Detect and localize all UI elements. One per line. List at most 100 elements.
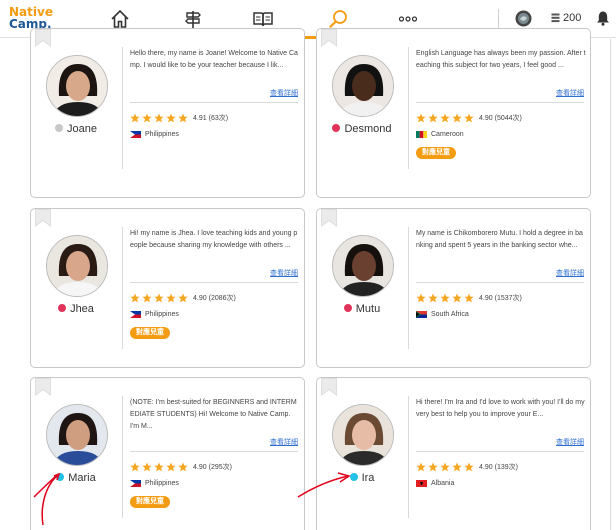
flag-icon — [416, 131, 427, 138]
star-icon — [130, 462, 140, 472]
avatar-image — [333, 405, 393, 465]
star-icon — [130, 293, 140, 303]
star-icon — [428, 293, 438, 303]
bookmark-icon[interactable] — [35, 209, 51, 227]
nav-divider — [498, 9, 499, 29]
teacher-avatar[interactable] — [46, 235, 108, 297]
book-icon — [253, 12, 273, 27]
points-display[interactable]: 200 — [551, 12, 581, 24]
signpost-icon — [185, 11, 201, 28]
teacher-avatar[interactable] — [332, 55, 394, 117]
teacher-card-joane[interactable]: Joane Hello there, my name is Joane! Wel… — [30, 28, 305, 198]
star-icon — [440, 293, 450, 303]
teacher-name[interactable]: Ira — [362, 472, 375, 484]
rating-row: 4.90 (139次) — [416, 462, 518, 472]
bookmark-icon[interactable] — [321, 378, 337, 396]
country-row: Philippines — [130, 131, 179, 138]
country-name: South Africa — [431, 311, 469, 318]
card-divider — [122, 47, 123, 169]
kids-badge: 對應兒童 — [130, 496, 170, 508]
review-count: (1537次) — [494, 295, 522, 302]
teacher-card-desmond[interactable]: Desmond English Language has always been… — [316, 28, 591, 198]
card-hr — [130, 282, 298, 283]
card-divider — [408, 227, 409, 349]
star-icon — [452, 293, 462, 303]
status-dot-available — [56, 473, 65, 482]
country-name: Philippines — [145, 311, 179, 318]
status-dot-available — [349, 473, 358, 482]
flag-albania — [416, 480, 427, 487]
status-dot-offline — [55, 124, 63, 133]
review-count: (2086次) — [208, 295, 236, 302]
teacher-name[interactable]: Maria — [68, 472, 96, 484]
avatar-image — [47, 236, 107, 296]
view-details-link[interactable]: 查看詳細 — [270, 88, 298, 98]
flag-icon — [130, 480, 141, 487]
view-details-link[interactable]: 查看詳細 — [556, 268, 584, 278]
card-hr — [416, 282, 584, 283]
teacher-avatar[interactable] — [46, 404, 108, 466]
star-icon — [416, 462, 426, 472]
teacher-name[interactable]: Desmond — [344, 123, 391, 135]
teacher-intro: Hi! my name is Jhea. I love teaching kid… — [130, 230, 298, 249]
view-details-link[interactable]: 查看詳細 — [556, 437, 584, 447]
rating-value: 4.90 — [479, 463, 493, 471]
view-details-link[interactable]: 查看詳細 — [270, 437, 298, 447]
star-icon — [440, 462, 450, 472]
status-dot-busy — [58, 304, 67, 313]
star-icon — [440, 113, 450, 123]
teacher-avatar[interactable] — [332, 235, 394, 297]
avatar-image — [333, 56, 393, 116]
bookmark-icon[interactable] — [35, 29, 51, 47]
card-divider — [122, 227, 123, 349]
home-icon — [111, 9, 129, 28]
more-icon — [398, 16, 418, 22]
points-value: 200 — [563, 12, 582, 24]
star-icon — [154, 293, 164, 303]
avatar-image — [47, 405, 107, 465]
flag-icon — [416, 480, 427, 487]
teacher-intro: Hello there, my name is Joane! Welcome t… — [130, 50, 298, 69]
flag-philippines — [130, 311, 141, 318]
flag-icon — [416, 311, 427, 318]
teacher-name[interactable]: Mutu — [356, 303, 380, 315]
rating-row: 4.90 (2086次) — [130, 293, 236, 303]
country-name: Cameroon — [431, 131, 464, 138]
flag-icon — [130, 131, 141, 138]
flag-cameroon — [416, 131, 427, 138]
card-hr — [130, 451, 298, 452]
scrollbar-track[interactable] — [610, 39, 611, 530]
star-icon — [142, 293, 152, 303]
teacher-card-maria[interactable]: Maria (NOTE: I'm best-suited for BEGINNE… — [30, 377, 305, 530]
teacher-card-jhea[interactable]: Jhea Hi! my name is Jhea. I love teachin… — [30, 208, 305, 368]
teacher-name[interactable]: Joane — [67, 123, 97, 135]
star-icon — [416, 293, 426, 303]
teacher-avatar[interactable] — [332, 404, 394, 466]
star-icon — [464, 113, 474, 123]
star-icon — [142, 113, 152, 123]
stack-icon — [551, 13, 560, 23]
teacher-avatar[interactable] — [46, 55, 108, 117]
bell-icon — [597, 11, 609, 26]
teacher-card-mutu[interactable]: Mutu My name is Chikomborero Mutu. I hol… — [316, 208, 591, 368]
teacher-intro: English Language has always been my pass… — [416, 50, 586, 69]
kids-badge: 對應兒童 — [130, 327, 170, 339]
rating-value: 4.90 — [193, 294, 207, 302]
kids-badge: 對應兒童 — [416, 147, 456, 159]
teacher-name-row: Joane — [31, 123, 121, 135]
review-count: (5044次) — [494, 115, 522, 122]
star-icon — [178, 462, 188, 472]
bookmark-icon[interactable] — [35, 378, 51, 396]
notifications-button[interactable] — [596, 10, 610, 31]
bookmark-icon[interactable] — [321, 209, 337, 227]
logo[interactable]: Native Camp. — [9, 6, 59, 30]
view-details-link[interactable]: 查看詳細 — [556, 88, 584, 98]
bookmark-icon[interactable] — [321, 29, 337, 47]
star-icon — [452, 462, 462, 472]
country-row: Philippines — [130, 480, 179, 487]
teacher-name[interactable]: Jhea — [70, 303, 94, 315]
star-icon — [452, 113, 462, 123]
view-details-link[interactable]: 查看詳細 — [270, 268, 298, 278]
country-row: Philippines — [130, 311, 179, 318]
teacher-card-ira[interactable]: Ira Hi there! I'm Ira and I'd love to wo… — [316, 377, 591, 530]
